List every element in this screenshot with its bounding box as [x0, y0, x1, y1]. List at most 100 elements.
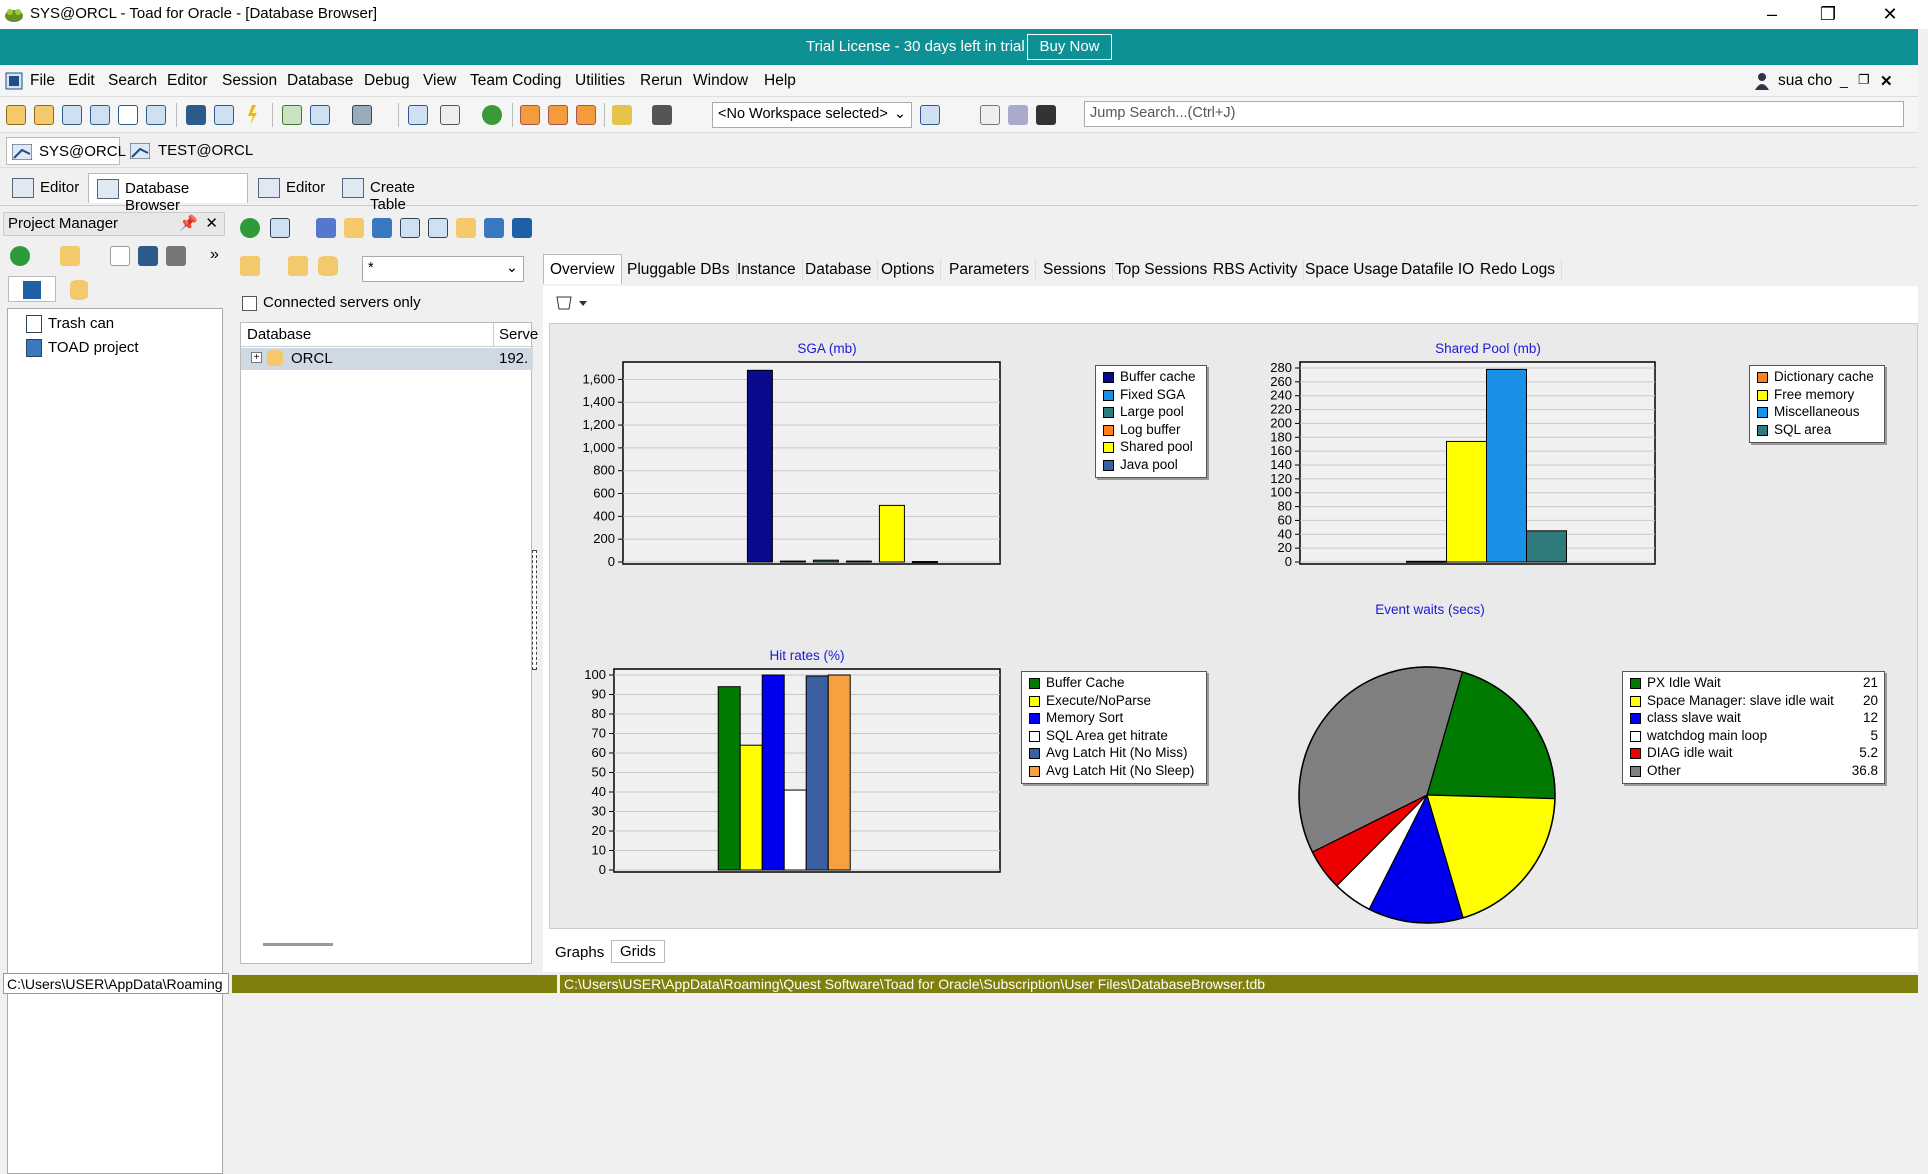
- add-icon[interactable]: [10, 246, 30, 266]
- doc-tab-editor-2[interactable]: Editor: [250, 173, 330, 203]
- find-icon[interactable]: [282, 105, 302, 125]
- report-icon[interactable]: [214, 105, 234, 125]
- wand-icon[interactable]: [612, 105, 632, 125]
- open-folder-icon[interactable]: [60, 246, 80, 266]
- learn-icon[interactable]: [1036, 105, 1056, 125]
- refresh-icon[interactable]: [240, 218, 260, 238]
- subtab-options[interactable]: Options: [875, 259, 942, 281]
- jump-search-input[interactable]: Jump Search...(Ctrl+J): [1084, 101, 1904, 127]
- table-row[interactable]: + ORCL 192.: [241, 348, 533, 370]
- tool-6-icon[interactable]: [456, 218, 476, 238]
- menu-database[interactable]: Database: [287, 72, 353, 90]
- subtab-sessions[interactable]: Sessions: [1037, 259, 1113, 281]
- mdi-close-icon[interactable]: ✕: [1880, 72, 1893, 90]
- menu-search[interactable]: Search: [108, 72, 157, 90]
- more-icon[interactable]: »: [210, 246, 219, 264]
- grid-icon[interactable]: [310, 105, 330, 125]
- minimize-button[interactable]: –: [1746, 0, 1798, 29]
- tool-3-icon[interactable]: [372, 218, 392, 238]
- subtab-instance[interactable]: Instance: [731, 259, 803, 281]
- restore-button[interactable]: ❐: [1802, 0, 1854, 29]
- copy-icon[interactable]: [980, 105, 1000, 125]
- new-editor-icon[interactable]: [6, 105, 26, 125]
- load-icon[interactable]: [548, 105, 568, 125]
- tool-7-icon[interactable]: [484, 218, 504, 238]
- workspace-select[interactable]: <No Workspace selected> ⌄: [712, 102, 912, 128]
- save-icon[interactable]: [138, 246, 158, 266]
- new-file-icon[interactable]: [110, 246, 130, 266]
- db-browser-icon[interactable]: [62, 105, 82, 125]
- menu-utilities[interactable]: Utilities: [575, 72, 625, 90]
- tool-5-icon[interactable]: [428, 218, 448, 238]
- doc-tab-create-table[interactable]: Create Table: [334, 173, 454, 213]
- pin-icon[interactable]: 📌: [179, 214, 198, 232]
- menu-debug[interactable]: Debug: [364, 72, 410, 90]
- subtab-overview[interactable]: Overview: [543, 254, 622, 284]
- subtab-database[interactable]: Database: [799, 259, 879, 281]
- menu-rerun[interactable]: Rerun: [640, 72, 682, 90]
- tool-1-icon[interactable]: [316, 218, 336, 238]
- sga-icon[interactable]: [512, 218, 532, 238]
- schema-browser-icon[interactable]: [34, 105, 54, 125]
- subtab-pluggable-dbs[interactable]: Pluggable DBs: [621, 259, 737, 281]
- subtab-parameters[interactable]: Parameters: [943, 259, 1037, 281]
- subtab-redo-logs[interactable]: Redo Logs: [1474, 259, 1562, 281]
- buy-now-button[interactable]: Buy Now: [1027, 34, 1112, 60]
- db-cylinder-icon[interactable]: [318, 256, 338, 276]
- pm-tab-projects[interactable]: [8, 276, 56, 302]
- database-icon[interactable]: [70, 280, 88, 300]
- menu-session[interactable]: Session: [222, 72, 277, 90]
- subtab-top-sessions[interactable]: Top Sessions: [1109, 259, 1215, 281]
- run-icon[interactable]: [482, 105, 502, 125]
- tool-4-icon[interactable]: [400, 218, 420, 238]
- doc-tab-editor-1[interactable]: Editor: [4, 173, 84, 203]
- menu-view[interactable]: View: [423, 72, 456, 90]
- connection-tab-test[interactable]: TEST@ORCL: [128, 137, 253, 165]
- connection-tab-sys[interactable]: SYS@ORCL: [6, 137, 126, 165]
- close-button[interactable]: ✕: [1864, 0, 1916, 29]
- tools-icon[interactable]: [652, 105, 672, 125]
- open-icon[interactable]: [288, 256, 308, 276]
- menu-file[interactable]: File: [30, 72, 55, 90]
- unload-icon[interactable]: [576, 105, 596, 125]
- lightning-icon[interactable]: [248, 105, 257, 125]
- col-database[interactable]: Database: [247, 326, 311, 343]
- tool-2-icon[interactable]: [344, 218, 364, 238]
- folder-icon[interactable]: [240, 256, 260, 276]
- subtab-datafile-io[interactable]: Datafile IO: [1395, 259, 1482, 281]
- subtab-space-usage[interactable]: Space Usage: [1299, 259, 1406, 281]
- col-server[interactable]: Serve: [499, 326, 538, 343]
- import-icon[interactable]: [520, 105, 540, 125]
- chart-options-icon[interactable]: [555, 293, 589, 313]
- plsql-icon[interactable]: [440, 105, 460, 125]
- connected-servers-only-checkbox[interactable]: Connected servers only: [242, 294, 421, 311]
- menu-help[interactable]: Help: [764, 72, 796, 90]
- connect-icon[interactable]: [270, 218, 290, 238]
- menu-editor[interactable]: Editor: [167, 72, 208, 90]
- close-icon[interactable]: ✕: [205, 214, 218, 232]
- window-menu-icon[interactable]: [5, 72, 23, 90]
- filter-select[interactable]: * ⌄: [362, 256, 524, 282]
- splitter-handle[interactable]: [532, 550, 537, 670]
- menu-edit[interactable]: Edit: [68, 72, 95, 90]
- session-browser-icon[interactable]: [90, 105, 110, 125]
- workspace-icon[interactable]: [920, 105, 940, 125]
- print-icon[interactable]: [166, 246, 186, 266]
- export-icon[interactable]: [408, 105, 428, 125]
- window-icon[interactable]: [146, 105, 166, 125]
- chat-icon[interactable]: [1008, 105, 1028, 125]
- doc-tab-database-browser[interactable]: Database Browser: [88, 173, 248, 214]
- mdi-minimize-icon[interactable]: _: [1840, 72, 1848, 88]
- horizontal-scrollbar[interactable]: [263, 943, 333, 946]
- tab-grids[interactable]: Grids: [611, 940, 665, 963]
- subtab-rbs-activity[interactable]: RBS Activity: [1207, 259, 1305, 281]
- panel-icon[interactable]: [186, 105, 206, 125]
- menu-window[interactable]: Window: [693, 72, 748, 90]
- tree-item-toad-project[interactable]: TOAD project: [26, 339, 139, 358]
- network-icon[interactable]: [352, 105, 372, 125]
- mdi-restore-icon[interactable]: ❐: [1858, 72, 1870, 88]
- tab-graphs[interactable]: Graphs: [555, 944, 604, 961]
- menu-team-coding[interactable]: Team Coding: [470, 72, 561, 90]
- tree-item-trash-can[interactable]: Trash can: [26, 315, 114, 334]
- sql-icon[interactable]: [118, 105, 138, 125]
